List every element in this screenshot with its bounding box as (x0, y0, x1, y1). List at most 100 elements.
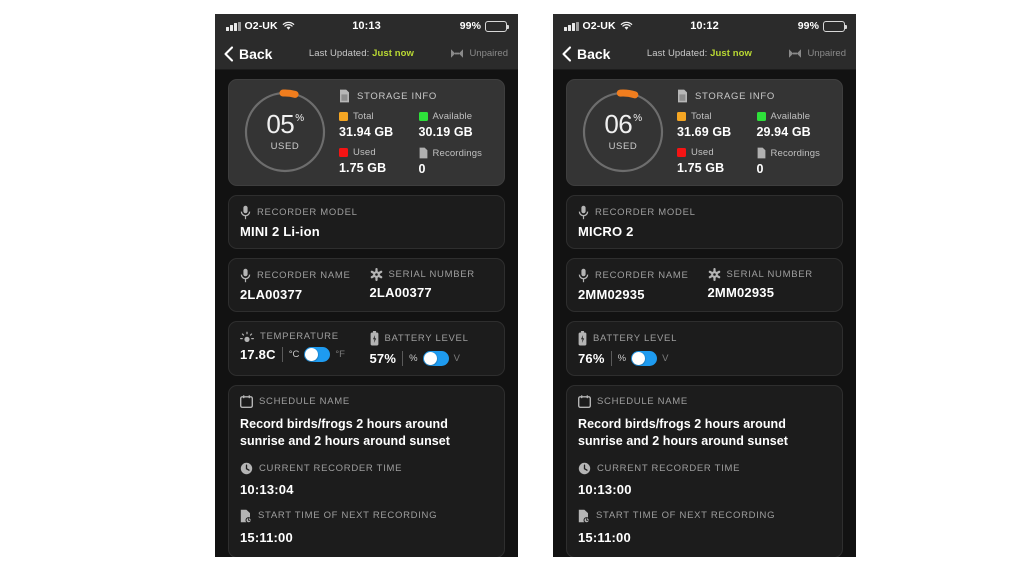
recorder-model-card: RECORDER MODEL MICRO 2 (566, 195, 843, 249)
chevron-left-icon (224, 45, 234, 62)
calendar-icon (578, 395, 591, 408)
temperature-unit-toggle[interactable] (304, 347, 331, 362)
nav-bar: Back Last Updated: Just now Unpaired (215, 38, 518, 70)
pair-status[interactable]: Unpaired (788, 48, 846, 59)
storage-stat-used: Used 1.75 GB (339, 147, 415, 176)
last-updated: Last Updated: Just now (610, 48, 788, 59)
pair-status-label: Unpaired (469, 48, 508, 59)
storage-info-title: STORAGE INFO (677, 89, 832, 103)
chevron-left-icon (562, 45, 572, 62)
battery-level-block: BATTERY LEVEL 57% % V (370, 331, 494, 366)
last-updated-label: Last Updated: (308, 48, 370, 59)
battery-level-label: BATTERY LEVEL (384, 333, 469, 344)
color-swatch (339, 112, 348, 121)
next-recording-label: START TIME OF NEXT RECORDING (596, 510, 776, 522)
recorder-name-label: RECORDER NAME (595, 270, 689, 281)
storage-stat-available: Available 30.19 GB (418, 111, 495, 139)
storage-stat-value: 31.94 GB (339, 125, 394, 139)
current-recorder-time-label: CURRENT RECORDER TIME (597, 462, 741, 474)
temperature-label: TEMPERATURE (260, 331, 339, 342)
battery-unit-toggle[interactable] (631, 351, 658, 366)
storage-donut: 05 % USED (239, 88, 331, 176)
storage-stat-label: Used (353, 147, 376, 158)
temperature-battery-card: TEMPERATURE 17.8C °C °F BATTERY LEVEL 57… (228, 321, 505, 376)
microphone-icon (578, 205, 589, 220)
storage-percent-symbol: % (633, 113, 642, 124)
bluetooth-unpaired-icon (451, 49, 464, 58)
storage-donut: 06 % USED (577, 88, 669, 176)
serial-number-label: SERIAL NUMBER (726, 269, 813, 280)
current-recorder-time-value: 10:13:00 (578, 481, 632, 497)
serial-number-block: SERIAL NUMBER 2LA00377 (370, 268, 494, 302)
current-recorder-time-block: CURRENT RECORDER TIME 10:13:04 (240, 462, 493, 497)
battery-bolt-icon (578, 331, 587, 346)
wifi-icon (282, 21, 294, 30)
storage-stat-label: Recordings (770, 147, 821, 159)
battery-icon (485, 20, 510, 32)
color-swatch (756, 112, 766, 121)
storage-stat-value: 1.75 GB (339, 161, 387, 175)
storage-stat-label: Used (691, 147, 714, 158)
temperature-metric: 17.8C °C °F (240, 347, 364, 362)
storage-stat-label: Recordings (432, 147, 483, 159)
back-button[interactable]: Back (223, 46, 272, 62)
cellular-signal-icon (564, 21, 579, 31)
recorder-name-label: RECORDER NAME (257, 270, 351, 281)
file-clock-icon (240, 509, 252, 523)
battery-percent-label: 99% (797, 20, 820, 32)
clock-icon (578, 462, 591, 474)
pair-status[interactable]: Unpaired (450, 48, 508, 59)
recorder-name-value: 2LA00377 (240, 287, 303, 302)
storage-stat-value: 1.75 GB (677, 161, 725, 175)
storage-stats-grid: Total 31.69 GB Available 29.94 GB Used 1… (677, 111, 832, 176)
carrier-label: O2-UK (244, 20, 278, 32)
battery-unit-off: V (453, 353, 460, 364)
battery-level-label: BATTERY LEVEL (593, 333, 678, 344)
battery-bolt-icon (370, 331, 378, 346)
battery-icon (823, 20, 848, 32)
schedule-name-value: Record birds/frogs 2 hours around sunris… (240, 417, 451, 448)
status-bar-right: 99% (381, 20, 510, 32)
recorder-model-label: RECORDER MODEL (257, 207, 358, 218)
storage-details: STORAGE INFO Total 31.94 GB Available 30… (337, 87, 494, 176)
gear-icon (708, 268, 720, 281)
microphone-icon (240, 205, 251, 220)
status-bar-left: O2-UK (226, 20, 352, 32)
temperature-unit-off: °F (335, 349, 345, 360)
storage-stat-value: 30.19 GB (418, 125, 473, 139)
current-recorder-time-label: CURRENT RECORDER TIME (259, 462, 403, 474)
back-label: Back (239, 45, 273, 62)
next-recording-block: START TIME OF NEXT RECORDING 15:11:00 (240, 509, 493, 545)
storage-stat-available: Available 29.94 GB (756, 111, 833, 139)
detail-content: 05 % USED STORAGE INFO Total 31.94 GB Av… (215, 70, 518, 557)
recordings-file-icon (757, 147, 765, 159)
battery-unit-toggle[interactable] (422, 351, 449, 366)
recorder-name-value: 2MM02935 (578, 287, 645, 302)
storage-stat-value: 29.94 GB (756, 125, 811, 139)
storage-stat-label: Total (353, 111, 374, 122)
recorder-model-value: MICRO 2 (578, 224, 634, 239)
back-label: Back (577, 45, 611, 62)
status-bar: O2-UK 10:13 99% (215, 14, 518, 38)
recorder-identity-card: RECORDER NAME 2MM02935 SERIAL NUMBER 2MM… (566, 258, 843, 312)
serial-number-value: 2MM02935 (707, 285, 775, 300)
color-swatch (339, 148, 348, 157)
app-screen: O2-UK 10:13 99% Back Last Updated: Just … (215, 14, 518, 557)
color-swatch (677, 112, 686, 121)
microphone-icon (240, 268, 251, 283)
next-recording-label: START TIME OF NEXT RECORDING (258, 510, 438, 522)
storage-used-caption: USED (270, 141, 300, 152)
storage-info-title: STORAGE INFO (339, 89, 494, 103)
status-bar-right: 99% (719, 20, 848, 32)
cellular-signal-icon (226, 21, 241, 31)
serial-number-label: SERIAL NUMBER (388, 269, 475, 280)
battery-percent-label: 99% (459, 20, 482, 32)
storage-percent-value: 05 (266, 109, 295, 139)
storage-stat-used: Used 1.75 GB (677, 147, 753, 176)
recordings-file-icon (419, 147, 427, 159)
color-swatch (677, 148, 686, 157)
back-button[interactable]: Back (561, 46, 610, 62)
storage-stat-recordings: Recordings 0 (419, 147, 495, 177)
battery-unit-on: % (617, 353, 627, 364)
bluetooth-unpaired-icon (789, 49, 802, 58)
